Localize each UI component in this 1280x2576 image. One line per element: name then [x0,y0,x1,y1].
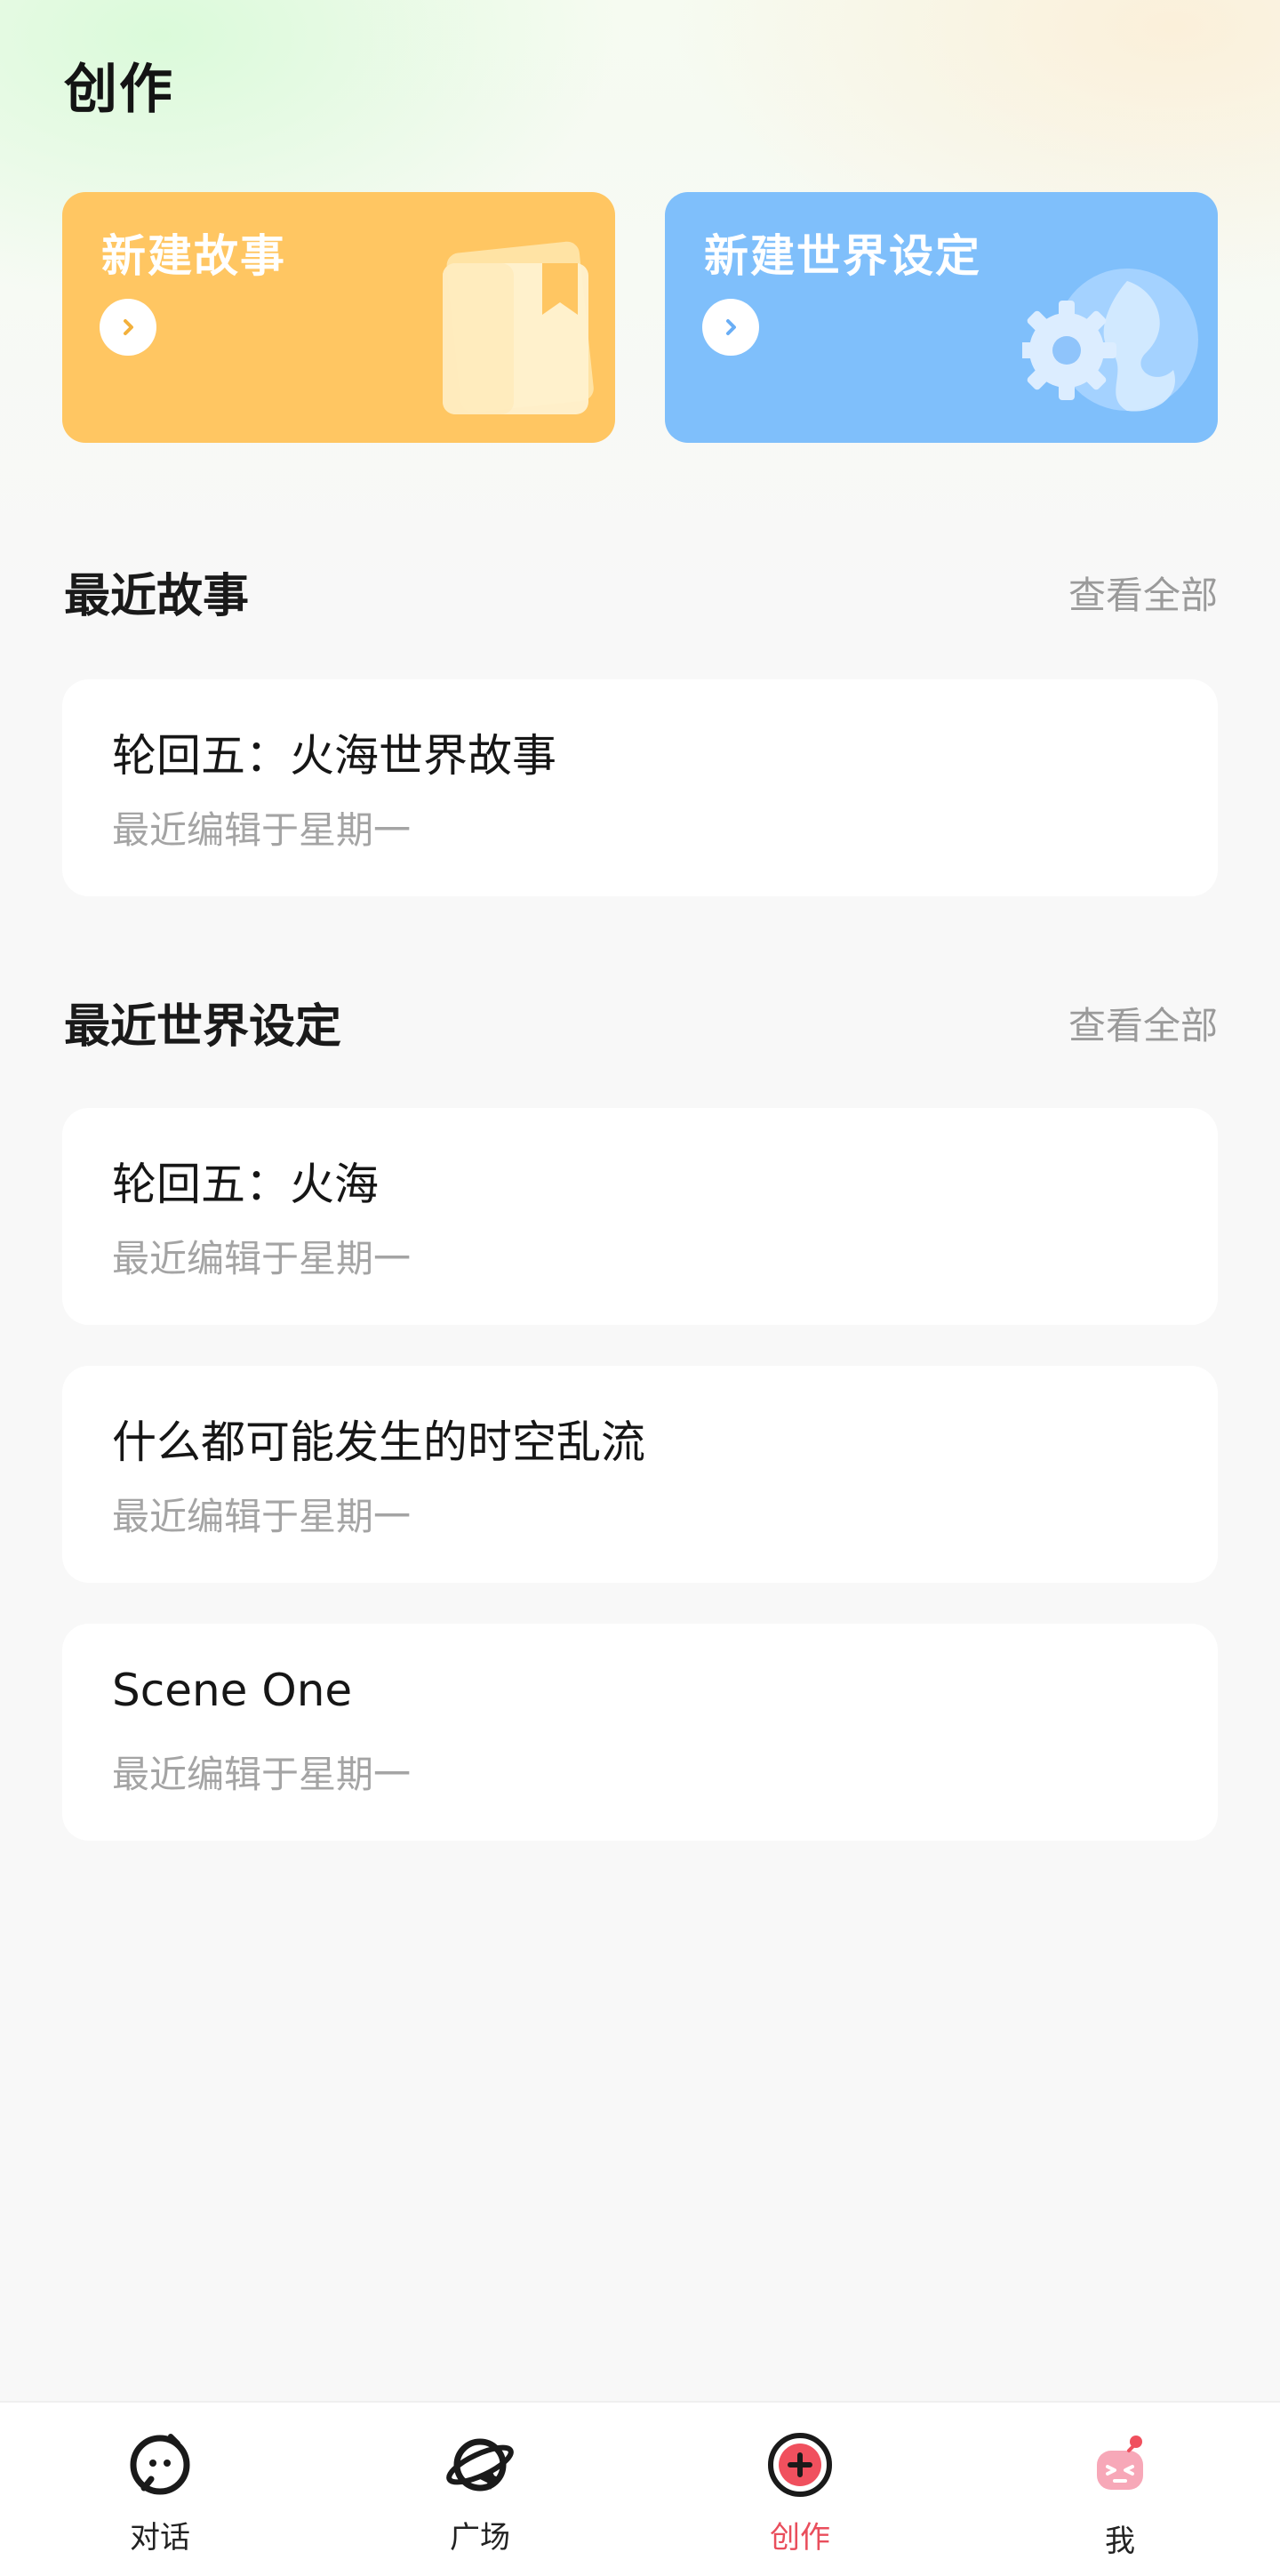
tab-chat[interactable]: 对话 [0,2403,320,2576]
world-title: 什么都可能发生的时空乱流 [112,1416,645,1468]
tab-plaza[interactable]: 广场 [320,2403,640,2576]
world-list-item[interactable]: 什么都可能发生的时空乱流 最近编辑于星期一 [62,1366,1218,1583]
tab-create-label: 创作 [770,2520,830,2556]
book-illustration-icon [437,237,597,427]
chevron-right-icon[interactable] [702,299,759,356]
world-edit-time: 最近编辑于星期一 [112,1237,412,1280]
globe-gear-illustration-icon [1017,263,1200,427]
new-world-card[interactable]: 新建世界设定 [665,192,1218,443]
story-list-item[interactable]: 轮回五：火海世界故事 最近编辑于星期一 [62,679,1218,896]
new-story-label: 新建故事 [101,230,286,282]
new-story-card[interactable]: 新建故事 [62,192,615,443]
tab-me[interactable]: 我 [960,2403,1280,2576]
story-edit-time: 最近编辑于星期一 [112,808,412,852]
world-list-item[interactable]: 轮回五：火海 最近编辑于星期一 [62,1108,1218,1325]
recent-worlds-heading: 最近世界设定 [64,1000,342,1054]
recent-worlds-see-all-link[interactable]: 查看全部 [1068,996,1218,1050]
world-title: 轮回五：火海 [112,1159,379,1210]
create-plus-icon [768,2433,832,2497]
world-edit-time: 最近编辑于星期一 [112,1495,412,1538]
world-list-item[interactable]: Scene One 最近编辑于星期一 [62,1624,1218,1841]
page-title: 创作 [64,59,174,121]
tab-plaza-label: 广场 [450,2520,510,2556]
story-title: 轮回五：火海世界故事 [112,730,556,782]
world-title: Scene One [112,1665,353,1716]
recent-stories-heading: 最近故事 [64,570,250,623]
tab-create[interactable]: 创作 [640,2403,960,2576]
tab-me-label: 我 [1105,2524,1135,2559]
new-world-label: 新建世界设定 [704,230,981,282]
recent-stories-see-all-link[interactable]: 查看全部 [1068,566,1218,620]
plaza-icon [446,2438,514,2492]
chat-face-icon [130,2434,190,2495]
profile-robot-icon [1097,2436,1143,2490]
bottom-tab-bar: 对话 广场 创作 我 [0,2401,1280,2576]
tab-chat-label: 对话 [130,2520,190,2556]
chevron-right-icon[interactable] [100,299,156,356]
world-edit-time: 最近编辑于星期一 [112,1753,412,1796]
